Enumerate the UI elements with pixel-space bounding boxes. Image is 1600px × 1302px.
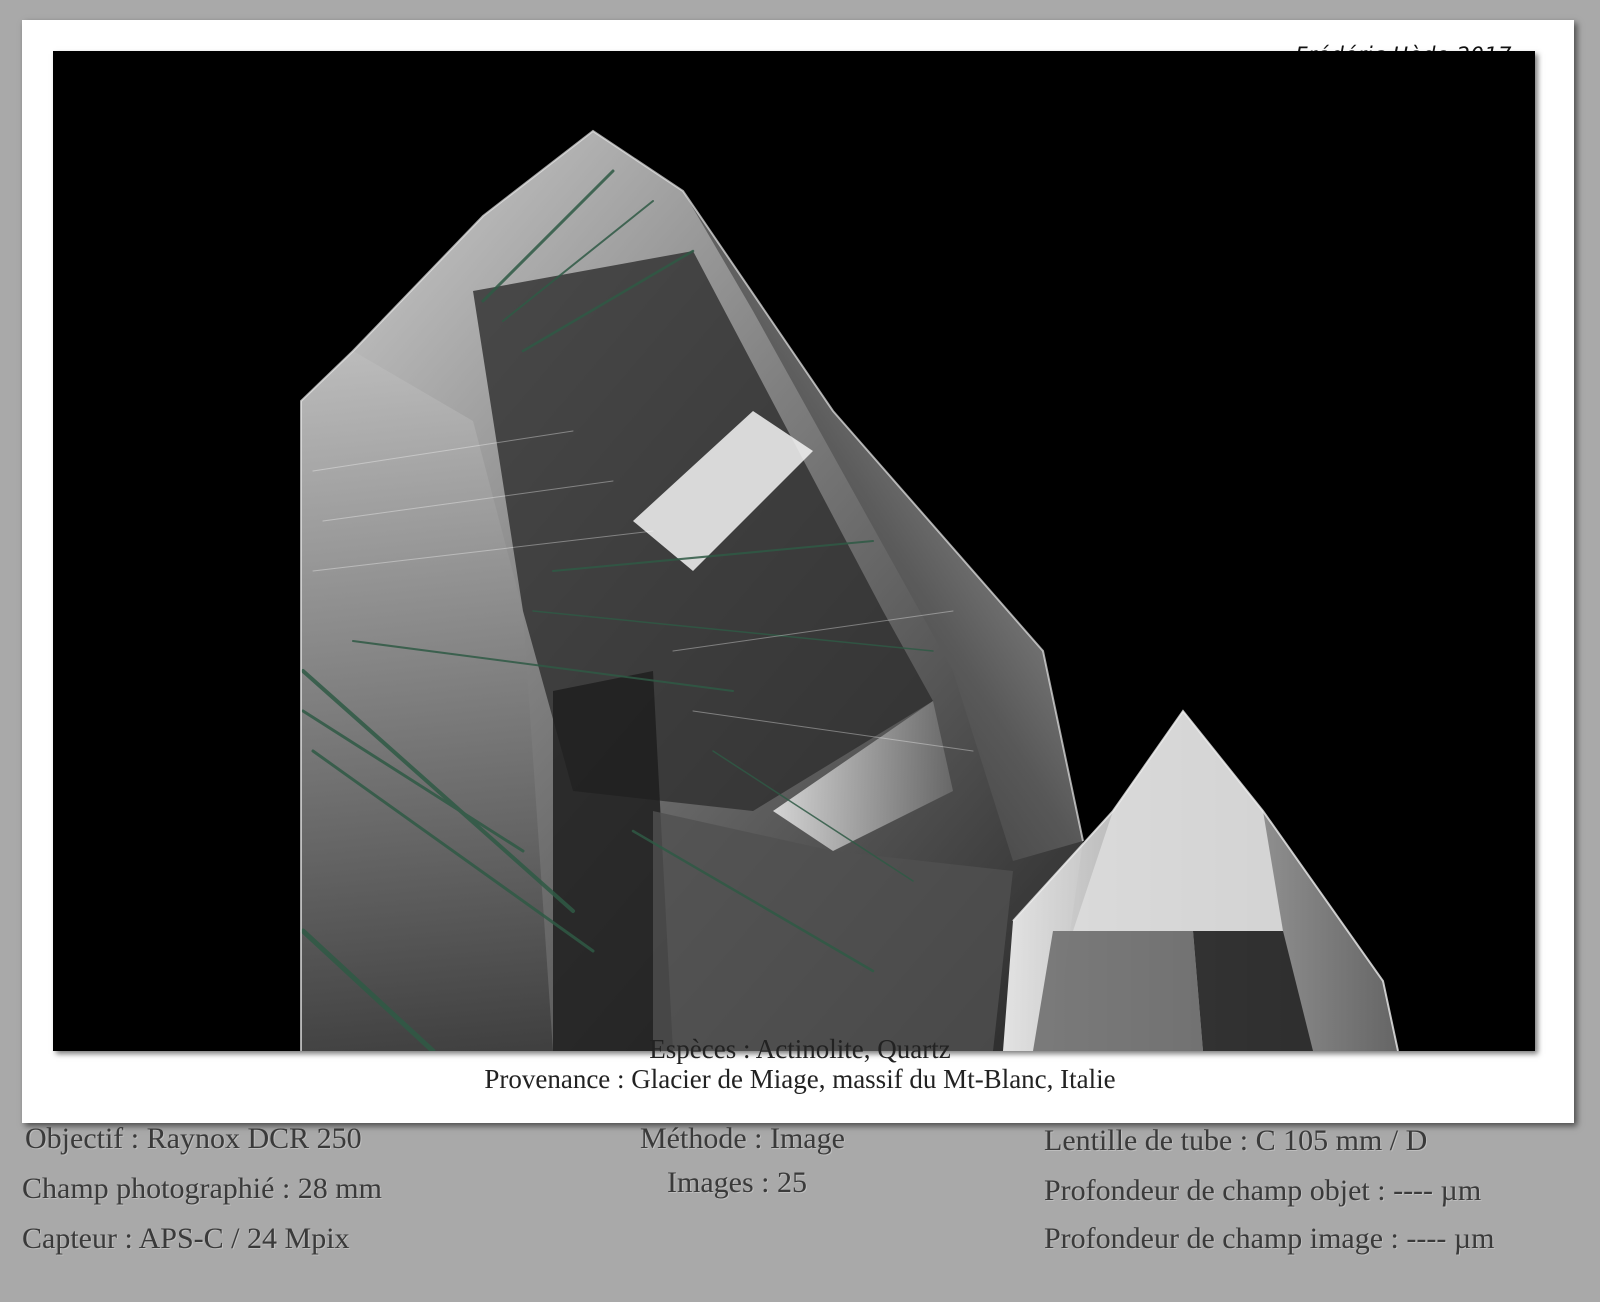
meta-sensor: Capteur : APS-C / 24 Mpix xyxy=(22,1222,350,1255)
mineral-photo xyxy=(53,51,1535,1051)
species-caption: Espèces : Actinolite, Quartz xyxy=(649,1034,951,1064)
meta-tube-lens: Lentille de tube : C 105 mm / D xyxy=(1044,1124,1428,1157)
crystal-illustration xyxy=(53,51,1535,1051)
meta-object-dof: Profondeur de champ objet : ---- µm xyxy=(1044,1174,1482,1207)
meta-image-count: Images : 25 xyxy=(667,1166,807,1199)
photo-frame: Frédéric Hède 2017 xyxy=(22,20,1574,1123)
meta-image-dof: Profondeur de champ image : ---- µm xyxy=(1044,1222,1495,1255)
meta-method: Méthode : Image xyxy=(640,1122,845,1155)
locality-caption: Provenance : Glacier de Miage, massif du… xyxy=(484,1064,1116,1094)
meta-field: Champ photographié : 28 mm xyxy=(22,1172,382,1205)
meta-objective: Objectif : Raynox DCR 250 xyxy=(25,1122,362,1155)
